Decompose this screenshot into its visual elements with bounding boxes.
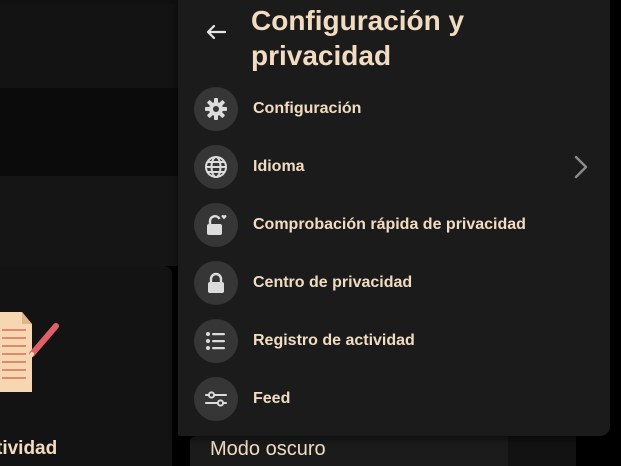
- menu-icon-circle: [194, 377, 238, 421]
- menu-item-language[interactable]: Idioma: [194, 142, 596, 192]
- background-card: [0, 88, 178, 176]
- sliders-icon: [205, 391, 227, 407]
- menu-icon-circle: [194, 203, 238, 247]
- panel-title: Configuración y privacidad: [251, 5, 465, 71]
- menu-label: Idioma: [253, 158, 305, 175]
- menu-label: Comprobación rápida de privacidad: [253, 216, 526, 233]
- settings-privacy-panel: Configuración y privacidad Configuración…: [178, 0, 610, 436]
- menu-icon-circle: [194, 261, 238, 305]
- lock-heart-icon: [207, 214, 227, 235]
- menu-icon-circle: [194, 145, 238, 189]
- dark-mode-label: Modo oscuro: [210, 438, 326, 460]
- background-card: [508, 436, 576, 466]
- menu-icon-circle: [194, 319, 238, 363]
- menu-item-privacy-checkup[interactable]: Comprobación rápida de privacidad: [194, 200, 596, 250]
- gear-icon: [205, 98, 227, 120]
- menu-item-settings[interactable]: Configuración: [194, 84, 596, 134]
- menu-item-privacy-center[interactable]: Centro de privacidad: [194, 258, 596, 308]
- lock-icon: [208, 272, 224, 293]
- menu-label: Registro de actividad: [253, 332, 415, 349]
- menu-label: Feed: [253, 390, 291, 407]
- menu-label: Configuración: [253, 100, 362, 117]
- activity-log-label: tividad: [0, 438, 58, 459]
- background-card: [0, 4, 178, 88]
- menu-label: Centro de privacidad: [253, 274, 413, 291]
- chevron-right-icon: [574, 155, 588, 179]
- back-button[interactable]: [198, 14, 234, 50]
- globe-icon: [205, 156, 227, 178]
- menu-icon-circle: [194, 87, 238, 131]
- list-icon: [206, 332, 225, 350]
- menu-item-activity-log[interactable]: Registro de actividad: [194, 316, 596, 366]
- menu-item-feed[interactable]: Feed: [194, 374, 596, 424]
- arrow-left-icon: [206, 24, 226, 40]
- background-card: [0, 176, 178, 266]
- document-pencil-icon: [0, 312, 59, 392]
